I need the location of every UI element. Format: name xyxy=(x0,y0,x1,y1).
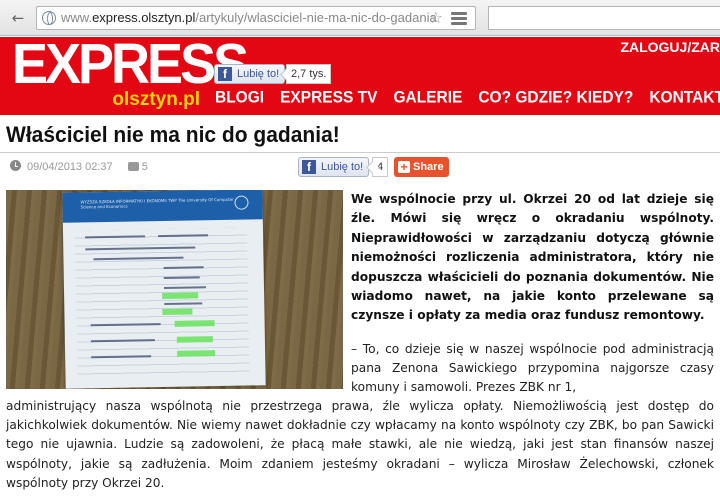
article-meta: 09/04/2013 02:37 5 xyxy=(10,160,148,173)
article-like-label: Lubię to! xyxy=(321,161,364,173)
back-arrow-icon[interactable]: ← xyxy=(8,8,28,28)
clock-icon xyxy=(10,160,21,171)
photo-document-header-text: WYŻSZA SZKOŁA INFORMATYKI I EKONOMII TWP… xyxy=(80,196,234,210)
photo-document: WYŻSZA SZKOŁA INFORMATYKI I EKONOMII TWP… xyxy=(62,190,266,389)
nav-item-kontakt[interactable]: KONTAKT xyxy=(649,88,720,107)
main-navigation: BLOGI EXPRESS TV GALERIE CO? GDZIE? KIED… xyxy=(215,88,720,107)
article-date: 09/04/2013 02:37 xyxy=(27,161,113,173)
site-header: EXPRESS olsztyn.pl ZALOGUJ/ZAR f Lubię t… xyxy=(0,33,720,115)
title-divider xyxy=(0,152,720,153)
article-body-start: – To, co dzieje się w naszej wspólnocie … xyxy=(351,342,714,395)
browser-search-input[interactable] xyxy=(488,6,720,30)
article-facebook-like-button[interactable]: f Lubię to! xyxy=(298,157,370,177)
share-button[interactable]: + Share xyxy=(394,157,449,177)
header-like-label: Lubię to! xyxy=(237,68,280,80)
nav-item-blogi[interactable]: BLOGI xyxy=(215,88,264,107)
photo-document-header: WYŻSZA SZKOŁA INFORMATYKI I EKONOMII TWP… xyxy=(62,190,263,223)
globe-icon xyxy=(42,11,56,25)
nav-item-co-gdzie-kiedy[interactable]: CO? GDZIE? KIEDY? xyxy=(478,88,633,107)
article-title: Właściciel nie ma nic do gadania! xyxy=(6,123,340,148)
comment-icon xyxy=(127,162,139,171)
logo-main-text: EXPRESS xyxy=(12,32,249,96)
header-facebook-like-button[interactable]: f Lubię to! xyxy=(214,64,286,84)
login-register-link[interactable]: ZALOGUJ/ZAR xyxy=(620,39,720,55)
share-label: Share xyxy=(413,161,444,173)
address-bar[interactable]: www.express.olsztyn.pl/artykuly/wlascici… xyxy=(36,6,476,30)
menu-icon[interactable] xyxy=(451,10,467,26)
article-lead: We wspólnocie przy ul. Okrzei 20 od lat … xyxy=(351,192,714,323)
bookmark-star-icon[interactable]: ☆ xyxy=(429,8,443,27)
site-logo[interactable]: EXPRESS olsztyn.pl xyxy=(12,33,249,111)
nav-item-express-tv[interactable]: EXPRESS TV xyxy=(280,88,377,107)
header-like-count: 2,7 tys. xyxy=(286,64,332,84)
plus-icon: + xyxy=(398,161,410,173)
facebook-icon: f xyxy=(302,160,316,174)
article-photo[interactable]: WYŻSZA SZKOŁA INFORMATYKI I EKONOMII TWP… xyxy=(6,190,343,389)
article-body-continued: administrujący nasza wspólnotą nie przes… xyxy=(6,399,714,490)
logo-sub-text: olsztyn.pl xyxy=(112,89,200,110)
comment-count[interactable]: 5 xyxy=(142,161,148,173)
url-text: www.express.olsztyn.pl/artykuly/wlascici… xyxy=(61,10,437,25)
nav-item-galerie[interactable]: GALERIE xyxy=(393,88,462,107)
facebook-icon: f xyxy=(218,67,232,81)
seal-icon xyxy=(234,195,249,210)
article-like-count: 4 xyxy=(372,157,389,177)
